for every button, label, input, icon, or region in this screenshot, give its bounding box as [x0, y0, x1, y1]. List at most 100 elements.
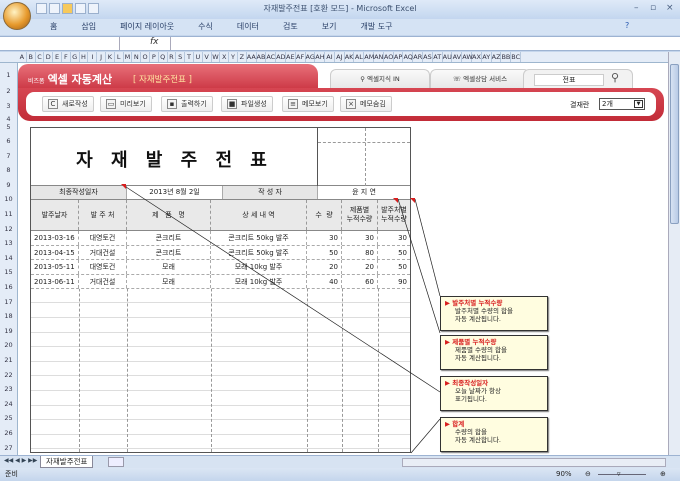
- column-header[interactable]: AE: [286, 52, 296, 62]
- fx-icon[interactable]: fx: [150, 37, 159, 47]
- column-header[interactable]: AI: [325, 52, 335, 62]
- row-header[interactable]: 19: [0, 327, 17, 335]
- name-box[interactable]: [0, 37, 120, 50]
- column-header[interactable]: AS: [423, 52, 433, 62]
- column-header[interactable]: L: [115, 52, 124, 62]
- column-header[interactable]: F: [62, 52, 71, 62]
- column-header[interactable]: Z: [238, 52, 247, 62]
- column-header[interactable]: M: [124, 52, 133, 62]
- column-header[interactable]: AA: [247, 52, 257, 62]
- table-icon[interactable]: [88, 3, 99, 14]
- sheet-tab[interactable]: 자재발주전표: [40, 456, 94, 468]
- vertical-scrollbar[interactable]: [668, 52, 680, 455]
- zoom-out-icon[interactable]: ⊖: [585, 468, 591, 481]
- column-header[interactable]: AU: [443, 52, 453, 62]
- tab-data[interactable]: 데이터: [225, 19, 271, 35]
- column-header[interactable]: V: [203, 52, 212, 62]
- column-header[interactable]: AX: [472, 52, 482, 62]
- column-header[interactable]: AP: [394, 52, 404, 62]
- column-header[interactable]: O: [141, 52, 150, 62]
- row-header[interactable]: 8: [0, 166, 17, 174]
- row-header[interactable]: 25: [0, 414, 17, 422]
- column-header[interactable]: AH: [315, 52, 326, 62]
- column-header[interactable]: A: [18, 52, 27, 62]
- column-header[interactable]: B: [27, 52, 36, 62]
- column-header[interactable]: W: [212, 52, 221, 62]
- column-header[interactable]: K: [106, 52, 115, 62]
- row-header[interactable]: 9: [0, 181, 17, 189]
- row-header[interactable]: 12: [0, 225, 17, 233]
- tab-insert[interactable]: 삽입: [69, 19, 108, 35]
- formula-input[interactable]: [170, 37, 665, 50]
- zoom-thumb[interactable]: ▿: [617, 468, 621, 481]
- maximize-button[interactable]: ▫: [650, 3, 656, 13]
- zoom-slider[interactable]: [598, 474, 646, 475]
- column-header[interactable]: H: [80, 52, 89, 62]
- column-header[interactable]: AM: [364, 52, 374, 62]
- row-header[interactable]: 14: [0, 254, 17, 262]
- tab-developer[interactable]: 개발 도구: [348, 19, 404, 35]
- column-header[interactable]: AB: [257, 52, 267, 62]
- column-header[interactable]: AK: [345, 52, 355, 62]
- column-header[interactable]: AO: [384, 52, 394, 62]
- column-header[interactable]: AJ: [335, 52, 345, 62]
- column-header[interactable]: AC: [266, 52, 277, 62]
- tab-formulas[interactable]: 수식: [186, 19, 225, 35]
- row-header[interactable]: 26: [0, 429, 17, 437]
- column-header[interactable]: Q: [159, 52, 168, 62]
- office-button[interactable]: [3, 2, 31, 30]
- column-header[interactable]: AT: [433, 52, 443, 62]
- row-header[interactable]: 27: [0, 444, 17, 452]
- column-header[interactable]: AW: [462, 52, 473, 62]
- row-header[interactable]: 13: [0, 239, 17, 247]
- column-header[interactable]: C: [36, 52, 45, 62]
- tab-home[interactable]: 홈: [38, 19, 69, 35]
- column-header[interactable]: AL: [354, 52, 365, 62]
- column-header[interactable]: Y: [229, 52, 238, 62]
- column-header[interactable]: X: [220, 52, 230, 62]
- column-header[interactable]: R: [168, 52, 177, 62]
- column-header[interactable]: AQ: [403, 52, 414, 62]
- horizontal-scrollbar[interactable]: [402, 458, 666, 467]
- row-header[interactable]: 23: [0, 385, 17, 393]
- column-header[interactable]: AZ: [492, 52, 502, 62]
- column-header[interactable]: AD: [276, 52, 286, 62]
- row-header[interactable]: 16: [0, 283, 17, 291]
- column-header[interactable]: I: [88, 52, 98, 62]
- row-header[interactable]: 4: [0, 115, 17, 123]
- tab-view[interactable]: 보기: [310, 19, 349, 35]
- row-header[interactable]: 18: [0, 312, 17, 320]
- column-header[interactable]: BC: [511, 52, 522, 62]
- column-header[interactable]: P: [150, 52, 159, 62]
- close-button[interactable]: ×: [666, 3, 674, 13]
- print-preview-icon[interactable]: [36, 3, 47, 14]
- row-header[interactable]: 7: [0, 152, 17, 160]
- column-header[interactable]: AG: [306, 52, 316, 62]
- tab-page-layout[interactable]: 페이지 레이아웃: [108, 19, 186, 35]
- row-header[interactable]: 6: [0, 137, 17, 145]
- worksheet[interactable]: ⚲ 엑셀지식 IN ☏ 엑셀상담 서비스 전표 ⚲ 비즈폼 엑셀 자동계산 [ 자…: [18, 63, 668, 455]
- column-header[interactable]: E: [53, 52, 62, 62]
- insert-sheet-icon[interactable]: [108, 457, 124, 467]
- column-header[interactable]: N: [132, 52, 142, 62]
- column-header[interactable]: AY: [482, 52, 492, 62]
- column-header[interactable]: AF: [296, 52, 306, 62]
- column-header[interactable]: D: [44, 52, 54, 62]
- column-header[interactable]: S: [176, 52, 186, 62]
- column-header[interactable]: G: [71, 52, 80, 62]
- scroll-thumb[interactable]: [670, 64, 679, 224]
- row-header[interactable]: 10: [0, 195, 17, 203]
- sheet-nav-icon[interactable]: ◀◀ ◀ ▶ ▶▶: [4, 457, 37, 464]
- column-header[interactable]: AN: [374, 52, 384, 62]
- grid-icon[interactable]: [75, 3, 86, 14]
- help-icon[interactable]: ?: [625, 21, 629, 30]
- row-header[interactable]: 20: [0, 341, 17, 349]
- row-header[interactable]: 21: [0, 356, 17, 364]
- row-header[interactable]: 11: [0, 210, 17, 218]
- row-header[interactable]: 2: [0, 87, 17, 95]
- tab-review[interactable]: 검토: [271, 19, 310, 35]
- column-header[interactable]: T: [185, 52, 194, 62]
- row-header[interactable]: 1: [0, 71, 17, 79]
- row-header[interactable]: 17: [0, 298, 17, 306]
- zoom-in-icon[interactable]: ⊕: [660, 468, 666, 481]
